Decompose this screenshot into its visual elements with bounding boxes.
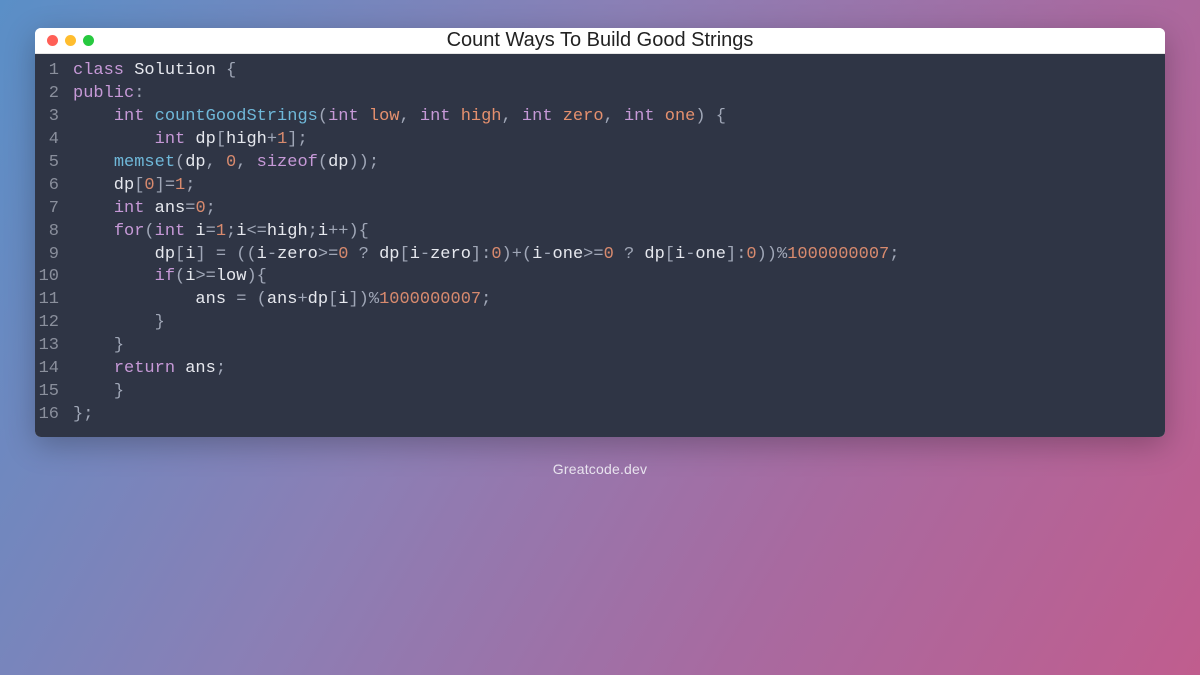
line-number: 9 [35, 244, 73, 267]
code-line: 4 int dp[high+1]; [35, 129, 1165, 152]
code-line: 14 return ans; [35, 358, 1165, 381]
code-content: }; [73, 404, 1151, 427]
code-line: 10 if(i>=low){ [35, 266, 1165, 289]
line-number: 1 [35, 60, 73, 83]
line-number: 5 [35, 152, 73, 175]
line-number: 10 [35, 266, 73, 289]
code-line: 5 memset(dp, 0, sizeof(dp)); [35, 152, 1165, 175]
code-content: dp[i] = ((i-zero>=0 ? dp[i-zero]:0)+(i-o… [73, 244, 1151, 267]
line-number: 13 [35, 335, 73, 358]
line-number: 15 [35, 381, 73, 404]
line-number: 12 [35, 312, 73, 335]
code-line: 6 dp[0]=1; [35, 175, 1165, 198]
code-content: memset(dp, 0, sizeof(dp)); [73, 152, 1151, 175]
code-content: } [73, 381, 1151, 404]
code-content: int ans=0; [73, 198, 1151, 221]
code-content: if(i>=low){ [73, 266, 1151, 289]
line-number: 16 [35, 404, 73, 427]
code-line: 12 } [35, 312, 1165, 335]
code-editor: 1class Solution {2public:3 int countGood… [35, 54, 1165, 437]
line-number: 8 [35, 221, 73, 244]
line-number: 6 [35, 175, 73, 198]
code-content: for(int i=1;i<=high;i++){ [73, 221, 1151, 244]
window-titlebar: Count Ways To Build Good Strings [35, 28, 1165, 54]
code-window: Count Ways To Build Good Strings 1class … [35, 28, 1165, 437]
code-line: 9 dp[i] = ((i-zero>=0 ? dp[i-zero]:0)+(i… [35, 244, 1165, 267]
line-number: 14 [35, 358, 73, 381]
code-content: } [73, 335, 1151, 358]
code-content: return ans; [73, 358, 1151, 381]
code-content: public: [73, 83, 1151, 106]
code-content: } [73, 312, 1151, 335]
code-line: 16}; [35, 404, 1165, 427]
line-number: 2 [35, 83, 73, 106]
code-content: class Solution { [73, 60, 1151, 83]
code-line: 7 int ans=0; [35, 198, 1165, 221]
code-content: int countGoodStrings(int low, int high, … [73, 106, 1151, 129]
code-line: 1class Solution { [35, 60, 1165, 83]
code-line: 8 for(int i=1;i<=high;i++){ [35, 221, 1165, 244]
code-content: ans = (ans+dp[i])%1000000007; [73, 289, 1151, 312]
code-line: 2public: [35, 83, 1165, 106]
window-title: Count Ways To Build Good Strings [35, 29, 1165, 52]
code-line: 3 int countGoodStrings(int low, int high… [35, 106, 1165, 129]
code-content: dp[0]=1; [73, 175, 1151, 198]
code-content: int dp[high+1]; [73, 129, 1151, 152]
line-number: 3 [35, 106, 73, 129]
code-line: 15 } [35, 381, 1165, 404]
line-number: 7 [35, 198, 73, 221]
footer-credit: Greatcode.dev [553, 461, 647, 477]
code-line: 11 ans = (ans+dp[i])%1000000007; [35, 289, 1165, 312]
line-number: 11 [35, 289, 73, 312]
code-line: 13 } [35, 335, 1165, 358]
line-number: 4 [35, 129, 73, 152]
